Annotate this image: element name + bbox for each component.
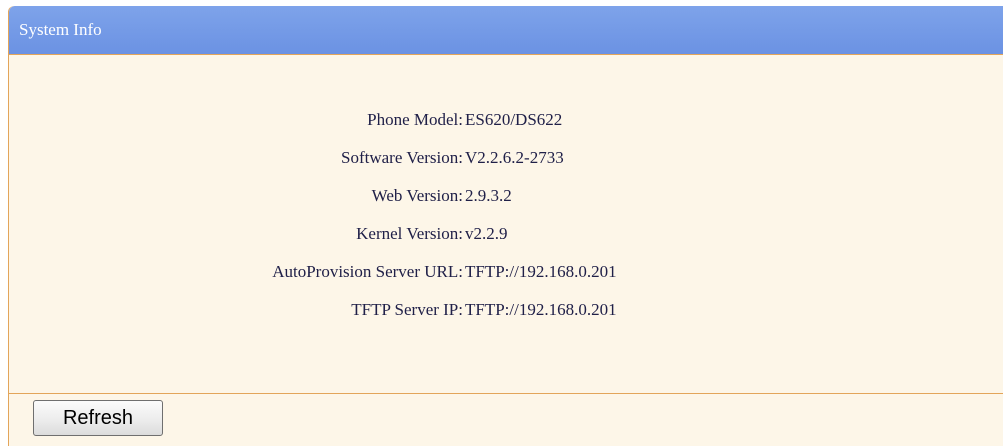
- footer-divider: [9, 393, 1003, 394]
- panel-title: System Info: [19, 20, 102, 39]
- info-row-tftp-server-ip: TFTP Server IP: TFTP://192.168.0.201: [9, 300, 1003, 338]
- info-value: TFTP://192.168.0.201: [465, 300, 617, 319]
- system-info-panel: System Info Phone Model: ES620/DS622 Sof…: [8, 6, 1003, 446]
- info-label: Software Version:: [341, 148, 463, 167]
- info-value: v2.2.9: [465, 224, 508, 243]
- info-row-autoprovision-url: AutoProvision Server URL: TFTP://192.168…: [9, 262, 1003, 300]
- info-row-phone-model: Phone Model: ES620/DS622: [9, 110, 1003, 148]
- info-label: Web Version:: [371, 186, 463, 205]
- info-value: V2.2.6.2-2733: [465, 148, 564, 167]
- info-row-software-version: Software Version: V2.2.6.2-2733: [9, 148, 1003, 186]
- panel-header: System Info: [9, 6, 1003, 54]
- info-label: Phone Model:: [367, 110, 463, 129]
- info-list: Phone Model: ES620/DS622 Software Versio…: [9, 110, 1003, 338]
- info-value: ES620/DS622: [465, 110, 563, 129]
- info-row-kernel-version: Kernel Version: v2.2.9: [9, 224, 1003, 262]
- info-value: 2.9.3.2: [465, 186, 512, 205]
- info-value: TFTP://192.168.0.201: [465, 262, 617, 281]
- info-label: TFTP Server IP:: [351, 300, 463, 319]
- info-label: Kernel Version:: [356, 224, 463, 243]
- info-label: AutoProvision Server URL:: [272, 262, 463, 281]
- refresh-button[interactable]: Refresh: [33, 400, 163, 436]
- panel-body: Phone Model: ES620/DS622 Software Versio…: [9, 54, 1003, 394]
- info-row-web-version: Web Version: 2.9.3.2: [9, 186, 1003, 224]
